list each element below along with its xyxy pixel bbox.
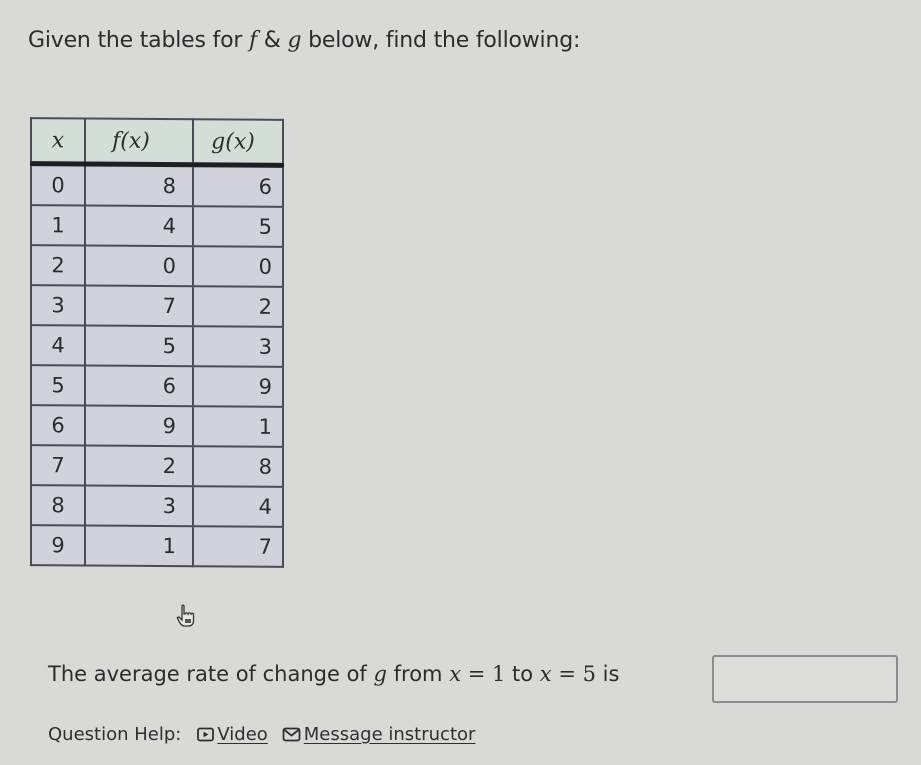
prompt-g: g: [287, 28, 302, 53]
cell-x: 2: [31, 245, 85, 286]
cell-fx: 4: [85, 205, 193, 247]
envelope-icon: [282, 727, 301, 741]
cell-gx: 0: [193, 246, 283, 287]
question-var2: x: [539, 662, 552, 686]
table-row: 569: [31, 365, 283, 407]
question-prompt: Given the tables for f & g below, find t…: [28, 28, 580, 53]
play-box-icon: [197, 727, 215, 741]
table-row: 917: [31, 525, 283, 567]
table-row: 145: [31, 205, 283, 247]
cell-x: 1: [31, 205, 85, 246]
cell-x: 4: [31, 325, 85, 366]
cell-fx: 2: [85, 445, 193, 487]
cell-x: 9: [31, 525, 85, 566]
cell-gx: 7: [193, 526, 283, 567]
cell-gx: 9: [193, 366, 283, 407]
prompt-text-after: below, find the following:: [301, 28, 581, 53]
cell-fx: 8: [85, 163, 193, 207]
answer-input[interactable]: [712, 655, 898, 703]
header-gx: g(x): [193, 119, 283, 166]
message-instructor-link[interactable]: Message instructor: [282, 724, 476, 745]
question-help: Question Help: Video Message instructor: [48, 724, 489, 745]
hand-pointer-icon: [176, 604, 195, 627]
question-val1: 1: [491, 662, 506, 686]
table-row: 372: [31, 285, 283, 327]
prompt-text-before: Given the tables for: [28, 28, 249, 53]
function-table: x f(x) g(x) 0861452003724535696917288349…: [30, 117, 284, 568]
cell-fx: 1: [85, 525, 193, 567]
question-is: is: [595, 662, 627, 686]
question-var1: x: [449, 662, 462, 686]
cell-x: 7: [31, 445, 85, 486]
cell-gx: 6: [193, 164, 283, 207]
cell-fx: 3: [85, 485, 193, 527]
question-eq1: =: [461, 662, 492, 686]
prompt-f: f: [248, 28, 257, 53]
question-func: g: [373, 662, 387, 686]
cell-gx: 2: [193, 286, 283, 327]
question-eq2: =: [551, 662, 583, 686]
cell-fx: 0: [85, 245, 193, 287]
cell-x: 6: [31, 405, 85, 446]
cell-gx: 3: [193, 326, 283, 367]
cell-x: 8: [31, 485, 85, 526]
table-row: 691: [31, 405, 283, 447]
table-body: 086145200372453569691728834917: [31, 163, 283, 567]
cell-x: 0: [31, 163, 85, 206]
cell-fx: 7: [85, 285, 193, 327]
cell-gx: 4: [193, 486, 283, 527]
video-link[interactable]: Video: [197, 724, 268, 745]
cell-x: 3: [31, 285, 85, 326]
question-help-label: Question Help:: [48, 724, 182, 745]
table-row: 834: [31, 485, 283, 527]
cell-x: 5: [31, 365, 85, 406]
table-row: 086: [31, 163, 283, 207]
header-fx: f(x): [85, 118, 193, 165]
table-row: 200: [31, 245, 283, 287]
header-x: x: [31, 118, 85, 164]
question-val2: 5: [582, 662, 596, 686]
cell-fx: 9: [85, 405, 193, 447]
table-row: 728: [31, 445, 283, 487]
cell-gx: 8: [193, 446, 283, 487]
question-part2: from: [386, 662, 450, 686]
cell-fx: 6: [85, 365, 193, 407]
prompt-amp: &: [256, 28, 288, 53]
question-part1: The average rate of change of: [48, 662, 374, 686]
message-instructor-label: Message instructor: [303, 724, 476, 745]
table-row: 453: [31, 325, 283, 367]
cell-gx: 5: [193, 206, 283, 247]
question-text: The average rate of change of g from x =…: [48, 662, 626, 686]
cell-gx: 1: [193, 406, 283, 447]
cell-fx: 5: [85, 325, 193, 367]
table-header-row: x f(x) g(x): [31, 118, 283, 166]
video-link-label: Video: [217, 724, 268, 745]
question-to: to: [505, 662, 540, 686]
